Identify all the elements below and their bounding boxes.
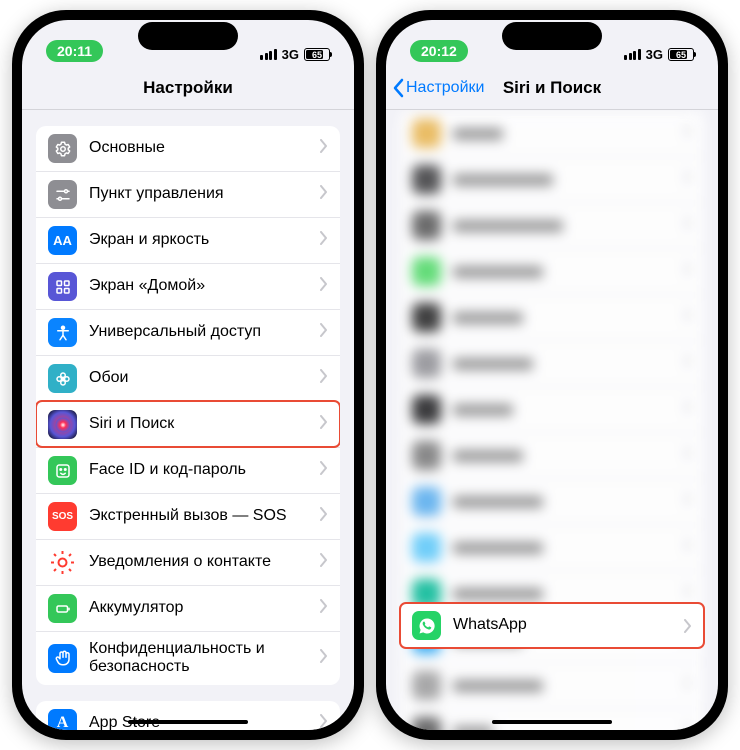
chevron-right-icon xyxy=(320,649,328,668)
settings-row[interactable]: Обои xyxy=(36,355,340,401)
chevron-right-icon xyxy=(684,619,692,633)
siri-search-list[interactable]: /*placeholder*/ WhatsApp xyxy=(386,110,718,730)
battery-icon: 65 xyxy=(668,48,694,61)
settings-row-label: Универсальный доступ xyxy=(89,323,320,341)
page-title: Siri и Поиск xyxy=(503,78,601,98)
batt-icon xyxy=(48,594,77,623)
sos-icon: SOS xyxy=(48,502,77,531)
chevron-right-icon xyxy=(320,231,328,250)
status-time-pill[interactable]: 20:11 xyxy=(46,40,103,62)
chevron-right-icon xyxy=(320,139,328,158)
chevron-right-icon xyxy=(320,461,328,480)
settings-row-label: Экран «Домой» xyxy=(89,277,320,295)
chevron-right-icon xyxy=(320,277,328,296)
settings-row-label: Экстренный вызов — SOS xyxy=(89,507,320,525)
battery-icon: 65 xyxy=(304,48,330,61)
phone-left: 20:11 3G 65 Настройки Основные Пункт упра… xyxy=(12,10,364,740)
dynamic-island xyxy=(502,22,602,50)
network-label: 3G xyxy=(282,47,299,62)
chevron-right-icon xyxy=(320,185,328,204)
chevron-right-icon xyxy=(320,369,328,388)
chevron-right-icon xyxy=(320,415,328,434)
home-indicator[interactable] xyxy=(128,720,248,724)
nav-bar: Настройки xyxy=(22,66,354,110)
sliders-icon xyxy=(48,180,77,209)
settings-row[interactable]: Конфиденциальность и безопасность xyxy=(36,631,340,685)
settings-row[interactable]: Экран «Домой» xyxy=(36,263,340,309)
chevron-right-icon xyxy=(320,553,328,572)
face-icon xyxy=(48,456,77,485)
signal-icon xyxy=(624,49,641,60)
A-icon: A xyxy=(48,709,77,730)
back-label: Настройки xyxy=(406,79,484,97)
settings-row[interactable]: Пункт управления xyxy=(36,171,340,217)
settings-row-label: Обои xyxy=(89,369,320,387)
app-row-label: WhatsApp xyxy=(453,616,684,634)
status-time-pill[interactable]: 20:12 xyxy=(410,40,468,62)
chevron-right-icon xyxy=(320,599,328,618)
app-row-whatsapp[interactable]: WhatsApp xyxy=(400,603,704,648)
settings-row[interactable]: Основные xyxy=(36,126,340,171)
settings-row-label: Уведомления о контакте xyxy=(89,553,320,571)
settings-row[interactable]: AA Экран и яркость xyxy=(36,217,340,263)
network-label: 3G xyxy=(646,47,663,62)
flower-icon xyxy=(48,364,77,393)
AA-icon: AA xyxy=(48,226,77,255)
chevron-right-icon xyxy=(320,714,328,730)
siri-icon xyxy=(48,410,77,439)
back-button[interactable]: Настройки xyxy=(392,78,484,98)
settings-list[interactable]: Основные Пункт управления AA Экран и яркост… xyxy=(22,110,354,730)
access-icon xyxy=(48,318,77,347)
signal-icon xyxy=(260,49,277,60)
settings-row[interactable]: Siri и Поиск xyxy=(36,401,340,447)
settings-row-label: Face ID и код-пароль xyxy=(89,461,320,479)
chevron-left-icon xyxy=(392,78,404,98)
settings-row[interactable]: Уведомления о контакте xyxy=(36,539,340,585)
page-title: Настройки xyxy=(143,78,233,98)
settings-row-label: Аккумулятор xyxy=(89,599,320,617)
gear-icon xyxy=(48,134,77,163)
chevron-right-icon xyxy=(320,323,328,342)
settings-row[interactable]: Face ID и код-пароль xyxy=(36,447,340,493)
settings-row[interactable]: Универсальный доступ xyxy=(36,309,340,355)
nav-bar: Настройки Siri и Поиск xyxy=(386,66,718,110)
settings-row[interactable]: AApp Store xyxy=(36,701,340,730)
settings-row[interactable]: SOS Экстренный вызов — SOS xyxy=(36,493,340,539)
settings-row-label: Конфиденциальность и безопасность xyxy=(89,640,320,677)
settings-row-label: Экран и яркость xyxy=(89,231,320,249)
hand-icon xyxy=(48,644,77,673)
dynamic-island xyxy=(138,22,238,50)
exposure-icon xyxy=(48,548,77,577)
chevron-right-icon xyxy=(320,507,328,526)
whatsapp-icon xyxy=(412,611,441,640)
settings-row-label: Пункт управления xyxy=(89,185,320,203)
grid-icon xyxy=(48,272,77,301)
settings-row-label: Siri и Поиск xyxy=(89,415,320,433)
settings-row[interactable]: Аккумулятор xyxy=(36,585,340,631)
settings-row-label: Основные xyxy=(89,139,320,157)
home-indicator[interactable] xyxy=(492,720,612,724)
phone-right: 20:12 3G 65 Настройки Siri и Поиск /*pla… xyxy=(376,10,728,740)
